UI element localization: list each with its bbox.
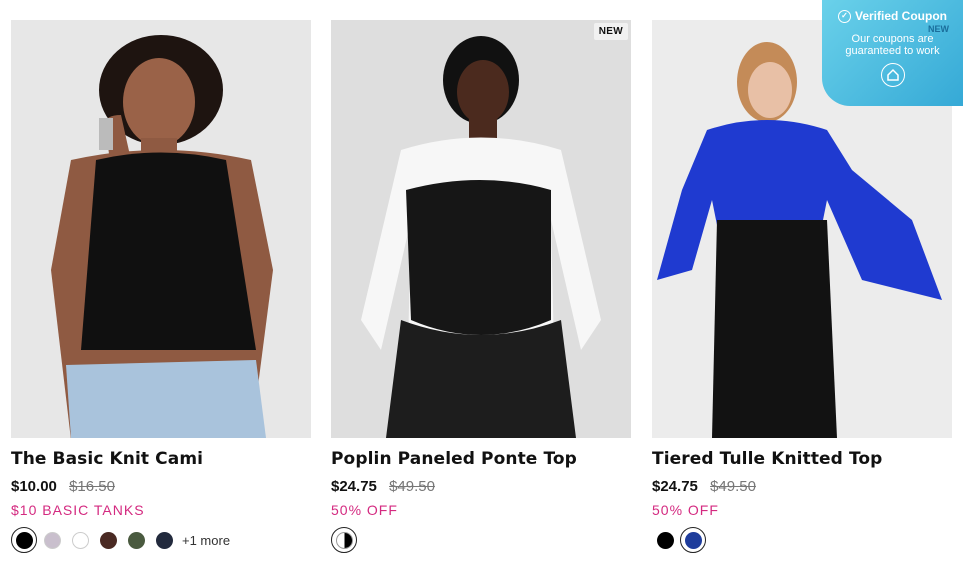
product-grid: The Basic Knit Cami $10.00 $16.50 $10 BA… xyxy=(0,0,963,570)
product-image[interactable]: NEW xyxy=(331,20,631,438)
home-icon xyxy=(880,63,905,87)
color-swatches xyxy=(652,527,952,553)
swatch-royal-blue[interactable] xyxy=(680,527,706,553)
swatch-black[interactable] xyxy=(11,527,37,553)
swatch-navy[interactable] xyxy=(151,527,177,553)
swatch-lilac[interactable] xyxy=(39,527,65,553)
swatch-olive[interactable] xyxy=(123,527,149,553)
check-circle-icon: ✓ xyxy=(837,9,851,23)
swatch-black[interactable] xyxy=(652,527,678,553)
model-photo xyxy=(11,20,311,438)
coupon-text-line1: Our coupons are xyxy=(851,33,934,45)
product-prices: $24.75 $49.50 xyxy=(331,477,631,497)
promo-label: 50% OFF xyxy=(652,502,719,518)
promo-label: 50% OFF xyxy=(331,502,398,518)
swatch-brown[interactable] xyxy=(95,527,121,553)
sale-price: $24.75 xyxy=(652,478,698,495)
color-swatches: +1 more xyxy=(11,527,311,553)
product-name[interactable]: The Basic Knit Cami xyxy=(11,449,311,469)
product-name[interactable]: Tiered Tulle Knitted Top xyxy=(652,449,952,469)
coupon-title: Verified Coupon xyxy=(854,9,947,23)
swatch-white[interactable] xyxy=(67,527,93,553)
swatch-black-white[interactable] xyxy=(331,527,357,553)
coupon-new-label: NEW xyxy=(928,24,949,34)
more-colors-link[interactable]: +1 more xyxy=(182,533,230,548)
original-price: $49.50 xyxy=(710,478,756,495)
product-card: NEW Poplin Paneled Ponte Top $24.75 $49.… xyxy=(331,20,631,553)
color-swatches xyxy=(331,527,631,553)
sale-price: $24.75 xyxy=(331,478,377,495)
sale-price: $10.00 xyxy=(11,478,57,495)
product-name[interactable]: Poplin Paneled Ponte Top xyxy=(331,449,631,469)
product-card: The Basic Knit Cami $10.00 $16.50 $10 BA… xyxy=(11,20,311,553)
promo-label: $10 BASIC TANKS xyxy=(11,502,145,518)
verified-coupon-widget[interactable]: ✓ Verified Coupon NEW Our coupons are gu… xyxy=(822,0,963,106)
product-prices: $24.75 $49.50 xyxy=(652,477,952,497)
new-badge: NEW xyxy=(593,23,628,40)
product-image[interactable] xyxy=(11,20,311,438)
coupon-text-line2: guaranteed to work xyxy=(845,45,940,57)
original-price: $49.50 xyxy=(389,478,435,495)
product-prices: $10.00 $16.50 xyxy=(11,477,311,497)
model-photo xyxy=(331,20,631,438)
original-price: $16.50 xyxy=(69,478,115,495)
